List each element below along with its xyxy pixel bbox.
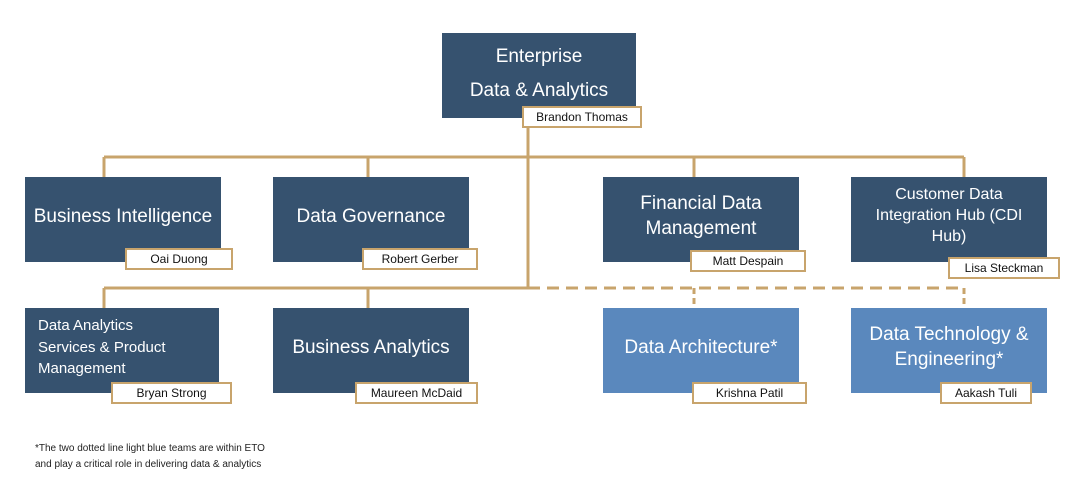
org-box-data-analytics-services: Data Analytics Services & Product Manage… bbox=[25, 308, 219, 393]
leader-label-data-architecture: Krishna Patil bbox=[692, 382, 807, 404]
org-box-business-analytics: Business Analytics bbox=[273, 308, 469, 393]
footnote: *The two dotted line light blue teams ar… bbox=[35, 443, 265, 470]
leader-label-root: Brandon Thomas bbox=[522, 106, 642, 128]
leader-label-data-technology-engineering: Aakash Tuli bbox=[940, 382, 1032, 404]
leader-label-data-analytics-services: Bryan Strong bbox=[111, 382, 232, 404]
leader-label-data-governance: Robert Gerber bbox=[362, 248, 478, 270]
leader-label-business-analytics: Maureen McDaid bbox=[355, 382, 478, 404]
leader-label-financial-data-management: Matt Despain bbox=[690, 250, 806, 272]
leader-label-business-intelligence: Oai Duong bbox=[125, 248, 233, 270]
org-box-data-technology-engineering: Data Technology & Engineering* bbox=[851, 308, 1047, 393]
org-box-data-architecture: Data Architecture* bbox=[603, 308, 799, 393]
leader-label-customer-data-integration-hub: Lisa Steckman bbox=[948, 257, 1060, 279]
org-box-customer-data-integration-hub: Customer Data Integration Hub (CDI Hub) bbox=[851, 177, 1047, 262]
